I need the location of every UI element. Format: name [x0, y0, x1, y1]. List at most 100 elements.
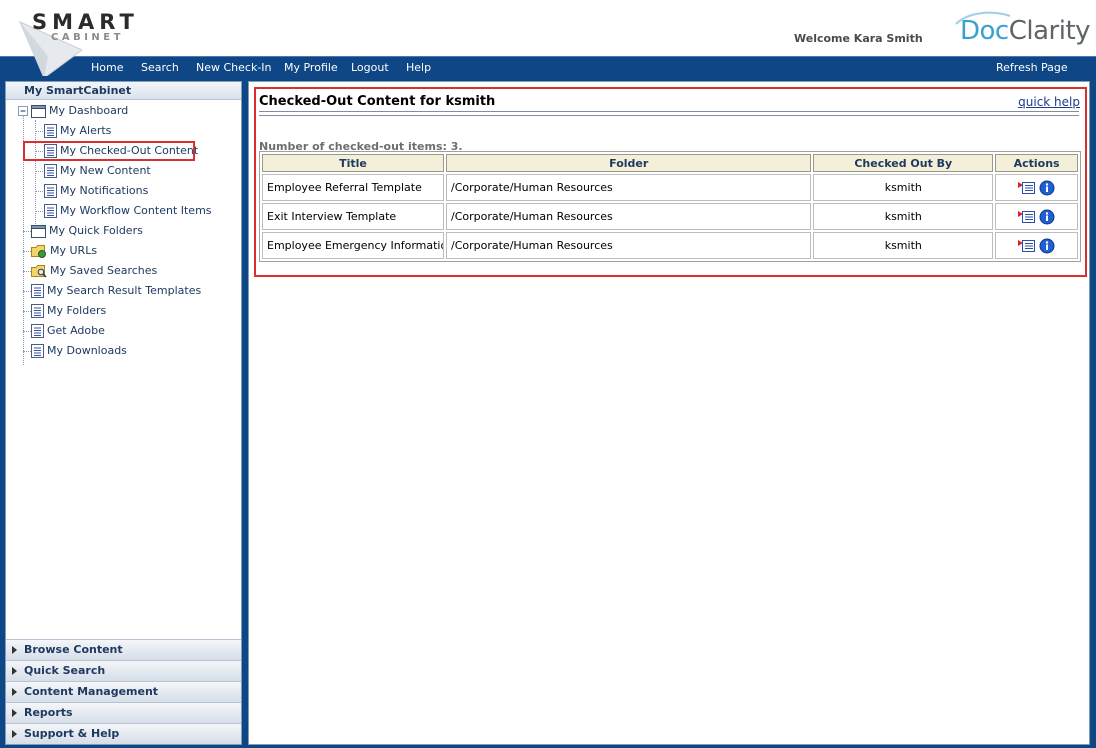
sidebar-item-label: My Dashboard [49, 104, 129, 117]
table-row: Exit Interview Template /Corporate/Human… [262, 203, 1078, 230]
collapse-toggle-icon[interactable] [18, 106, 29, 117]
document-icon [44, 204, 57, 218]
section-support-help[interactable]: Support & Help [6, 723, 241, 744]
page-title: Checked-Out Content for ksmith [259, 94, 496, 109]
window-icon [31, 224, 46, 238]
cell-actions [995, 232, 1078, 259]
sidebar-item-label: My Notifications [60, 184, 149, 197]
section-browse-content[interactable]: Browse Content [6, 639, 241, 660]
sidebar-item-label: My Downloads [47, 344, 127, 357]
section-reports[interactable]: Reports [6, 702, 241, 723]
sidebar-item-get-adobe[interactable]: Get Adobe [31, 322, 105, 340]
sidebar-item-my-search-result-templates[interactable]: My Search Result Templates [31, 282, 201, 300]
actions-menu-icon[interactable] [1017, 209, 1036, 225]
sidebar-item-label: My Alerts [60, 124, 112, 137]
checked-out-table: Title Folder Checked Out By Actions Empl… [259, 151, 1081, 262]
sidebar-item-my-notifications[interactable]: My Notifications [44, 182, 148, 200]
tree-connector [23, 311, 31, 312]
main-content: Checked-Out Content for ksmith quick hel… [248, 81, 1090, 745]
nav-my-profile[interactable]: My Profile [284, 61, 338, 74]
window-icon [31, 104, 46, 118]
title-divider [259, 111, 1079, 116]
tree-connector [35, 211, 43, 212]
folder-search-icon [31, 265, 47, 278]
info-icon[interactable] [1039, 180, 1055, 196]
cell-folder: /Corporate/Human Resources [446, 232, 812, 259]
smartcabinet-logo: SMART CABINET [14, 6, 134, 76]
refresh-page-link[interactable]: Refresh Page [996, 61, 1068, 74]
sidebar-item-label: My Saved Searches [50, 264, 158, 277]
column-header-checked-out-by[interactable]: Checked Out By [813, 154, 994, 172]
quick-help-link[interactable]: quick help [1018, 95, 1080, 109]
document-icon [31, 284, 44, 298]
tree-connector [23, 271, 31, 272]
expand-arrow-icon [12, 646, 17, 654]
selected-item-highlight [23, 141, 195, 161]
tree-connector [23, 251, 31, 252]
expand-arrow-icon [12, 688, 17, 696]
checked-out-panel: Checked-Out Content for ksmith quick hel… [254, 87, 1087, 277]
sidebar-item-label: My New Content [60, 164, 151, 177]
docclarity-logo: DocClarity [952, 10, 1092, 50]
sidebar-item-label: Get Adobe [47, 324, 105, 337]
table-row: Employee Emergency Information T /Corpor… [262, 232, 1078, 259]
left-sidebar: My SmartCabinet My Dashboard My Alerts M… [5, 81, 242, 745]
tree-connector [23, 351, 31, 352]
cell-checked-out-by: ksmith [813, 203, 994, 230]
document-icon [31, 304, 44, 318]
expand-arrow-icon [12, 709, 17, 717]
section-quick-search[interactable]: Quick Search [6, 660, 241, 681]
document-icon [31, 324, 44, 338]
sidebar-item-label: My Search Result Templates [47, 284, 202, 297]
cell-title[interactable]: Employee Emergency Information T [262, 232, 444, 259]
column-header-folder[interactable]: Folder [446, 154, 812, 172]
cell-checked-out-by: ksmith [813, 232, 994, 259]
tree-connector [35, 191, 43, 192]
sidebar-item-my-new-content[interactable]: My New Content [44, 162, 151, 180]
welcome-text: Welcome Kara Smith [794, 32, 923, 45]
section-label: Quick Search [24, 664, 106, 677]
expand-arrow-icon [12, 730, 17, 738]
document-icon [44, 164, 57, 178]
section-label: Support & Help [24, 727, 120, 740]
cell-actions [995, 203, 1078, 230]
sidebar-item-my-downloads[interactable]: My Downloads [31, 342, 127, 360]
actions-menu-icon[interactable] [1017, 180, 1036, 196]
tree-connector [35, 171, 43, 172]
sidebar-item-my-quick-folders[interactable]: My Quick Folders [31, 222, 143, 240]
sidebar-item-my-dashboard[interactable]: My Dashboard [31, 102, 128, 120]
sidebar-item-my-folders[interactable]: My Folders [31, 302, 106, 320]
sidebar-item-my-urls[interactable]: My URLs [31, 242, 97, 260]
logo-doc-text: Doc [960, 16, 1009, 46]
sidebar-item-my-alerts[interactable]: My Alerts [44, 122, 111, 140]
document-icon [44, 124, 57, 138]
actions-menu-icon[interactable] [1017, 238, 1036, 254]
sidebar-item-label: My URLs [50, 244, 98, 257]
sidebar-item-label: My Workflow Content Items [60, 204, 212, 217]
nav-help[interactable]: Help [406, 61, 431, 74]
tree-connector [35, 120, 36, 232]
column-header-title[interactable]: Title [262, 154, 444, 172]
sidebar-item-my-workflow-content-items[interactable]: My Workflow Content Items [44, 202, 212, 220]
table-header-row: Title Folder Checked Out By Actions [262, 154, 1078, 172]
column-header-actions: Actions [995, 154, 1078, 172]
section-label: Browse Content [24, 643, 123, 656]
section-content-management[interactable]: Content Management [6, 681, 241, 702]
logo-smart-text: SMART [32, 10, 139, 34]
expand-arrow-icon [12, 667, 17, 675]
section-label: Content Management [24, 685, 159, 698]
document-icon [44, 184, 57, 198]
cell-actions [995, 174, 1078, 201]
info-icon[interactable] [1039, 238, 1055, 254]
table-row: Employee Referral Template /Corporate/Hu… [262, 174, 1078, 201]
nav-search[interactable]: Search [141, 61, 179, 74]
tree-connector [23, 291, 31, 292]
cell-title[interactable]: Exit Interview Template [262, 203, 444, 230]
nav-logout[interactable]: Logout [351, 61, 389, 74]
section-label: Reports [24, 706, 73, 719]
info-icon[interactable] [1039, 209, 1055, 225]
sidebar-item-my-saved-searches[interactable]: My Saved Searches [31, 262, 157, 280]
app-header: SMART CABINET Welcome Kara Smith DocClar… [0, 0, 1096, 76]
cell-title[interactable]: Employee Referral Template [262, 174, 444, 201]
nav-new-check-in[interactable]: New Check-In [196, 61, 272, 74]
